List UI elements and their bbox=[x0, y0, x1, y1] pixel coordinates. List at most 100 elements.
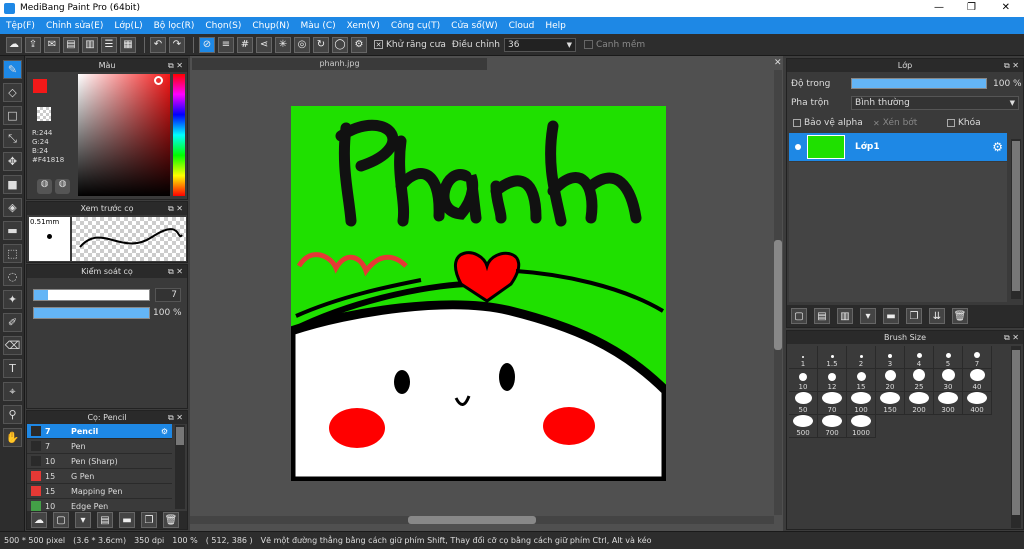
snap-curve-icon[interactable]: ↻ bbox=[313, 36, 329, 53]
lasso-icon[interactable]: ◌ bbox=[3, 267, 22, 286]
close-icon[interactable]: ✕ bbox=[1002, 2, 1010, 13]
document-tab[interactable]: phanh.jpg bbox=[192, 58, 487, 70]
brush-list-item[interactable]: 15 G Pen bbox=[27, 469, 172, 484]
menu-file[interactable]: Tệp(F) bbox=[6, 21, 35, 31]
brush-size-cell[interactable]: 500 bbox=[789, 415, 818, 438]
close-icon[interactable]: ⧉ ✕ bbox=[168, 265, 183, 278]
fill-tool-icon[interactable]: ◈ bbox=[3, 198, 22, 217]
brush-size-cell[interactable]: 30 bbox=[934, 369, 963, 392]
hand-tool-icon[interactable]: ✋ bbox=[3, 428, 22, 447]
transparent-swatch[interactable] bbox=[37, 107, 51, 121]
grid-icon[interactable]: ▦ bbox=[120, 36, 136, 53]
brush-size-cell[interactable]: 2 bbox=[847, 346, 876, 369]
new-layer-icon[interactable]: ▢ bbox=[791, 308, 807, 324]
menu-edit[interactable]: Chỉnh sửa(E) bbox=[46, 21, 103, 31]
share-icon[interactable]: ⇪ bbox=[25, 36, 41, 53]
brush-tool-icon[interactable]: ✎ bbox=[3, 60, 22, 79]
brush-size-cell[interactable]: 1 bbox=[789, 346, 818, 369]
brush-cloud-icon[interactable]: ☁ bbox=[31, 512, 47, 528]
add-layer-menu-icon[interactable]: ▾ bbox=[860, 308, 876, 324]
scroll-thumb[interactable] bbox=[176, 427, 184, 445]
brush-size-cell[interactable]: 200 bbox=[905, 392, 934, 415]
menu-snap[interactable]: Chụp(N) bbox=[252, 21, 289, 31]
brush-list-item[interactable]: 15 Mapping Pen bbox=[27, 484, 172, 499]
artwork[interactable] bbox=[291, 106, 666, 481]
brush-size-cell[interactable]: 70 bbox=[818, 392, 847, 415]
select-pen-icon[interactable]: ✐ bbox=[3, 313, 22, 332]
gear-icon[interactable]: ⚙ bbox=[161, 427, 168, 436]
close-icon[interactable]: ⧉ ✕ bbox=[1004, 331, 1019, 344]
snap-ellipse-icon[interactable]: ◯ bbox=[332, 36, 348, 53]
brush-size-cell[interactable]: 50 bbox=[789, 392, 818, 415]
new-layer3-icon[interactable]: ▥ bbox=[837, 308, 853, 324]
brush-size-cell[interactable]: 10 bbox=[789, 369, 818, 392]
settings-icon[interactable]: ⚙ bbox=[351, 36, 367, 53]
palette-icon[interactable]: ◍ bbox=[37, 179, 52, 194]
select-eraser-icon[interactable]: ⌫ bbox=[3, 336, 22, 355]
clipping[interactable]: ✕ Xén bớt bbox=[873, 118, 917, 128]
undo-icon[interactable]: ↶ bbox=[150, 36, 166, 53]
brush-size-cell[interactable]: 700 bbox=[818, 415, 847, 438]
menu-color[interactable]: Màu (C) bbox=[301, 21, 336, 31]
snap-off-icon[interactable]: ⊘ bbox=[199, 36, 215, 53]
shape-tool-icon[interactable]: ■ bbox=[3, 175, 22, 194]
text-tool-icon[interactable]: T bbox=[3, 359, 22, 378]
brush-size-cell[interactable]: 300 bbox=[934, 392, 963, 415]
delete-icon[interactable]: 🗑 bbox=[163, 512, 179, 528]
operation-tool-icon[interactable]: ⌖ bbox=[3, 382, 22, 401]
eyedropper-icon[interactable]: ⚲ bbox=[3, 405, 22, 424]
add-brush-icon[interactable]: ▾ bbox=[75, 512, 91, 528]
brush-size-cell[interactable]: 20 bbox=[876, 369, 905, 392]
brush-size-cell[interactable]: 4 bbox=[905, 346, 934, 369]
line-tool-icon[interactable]: ⤡ bbox=[3, 129, 22, 148]
primary-color-swatch[interactable] bbox=[33, 79, 47, 93]
layer-scrollbar[interactable] bbox=[1011, 139, 1021, 299]
doc-icon[interactable]: ▤ bbox=[63, 36, 79, 53]
adjust-dropdown[interactable]: 36 ▼ bbox=[503, 37, 576, 52]
brush-size-cell[interactable]: 12 bbox=[818, 369, 847, 392]
hue-slider[interactable] bbox=[173, 74, 185, 196]
snap-perspective-icon[interactable]: ⋖ bbox=[256, 36, 272, 53]
palette2-icon[interactable]: ◍ bbox=[55, 179, 70, 194]
brush-size-cell[interactable]: 5 bbox=[934, 346, 963, 369]
protect-alpha-checkbox[interactable] bbox=[793, 119, 801, 127]
brush-size-cell[interactable]: 40 bbox=[963, 369, 992, 392]
brush-size-cell[interactable]: 100 bbox=[847, 392, 876, 415]
restore-icon[interactable]: ❐ bbox=[967, 2, 976, 13]
copy-icon[interactable]: ❐ bbox=[141, 512, 157, 528]
menu-help[interactable]: Help bbox=[545, 21, 566, 31]
close-doc-icon[interactable]: ✕ bbox=[774, 58, 782, 68]
blend-dropdown[interactable]: Bình thường ▼ bbox=[851, 96, 1019, 110]
brush-list-item[interactable]: 7 Pen bbox=[27, 439, 172, 454]
snap-circle-icon[interactable]: ◎ bbox=[294, 36, 310, 53]
brush-size-cell[interactable]: 25 bbox=[905, 369, 934, 392]
brush-doc-icon[interactable]: ▤ bbox=[97, 512, 113, 528]
brush-size-scroll-thumb[interactable] bbox=[1012, 350, 1020, 515]
visibility-icon[interactable] bbox=[795, 144, 801, 150]
snap-parallel-icon[interactable]: ≡ bbox=[218, 36, 234, 53]
new-brush-icon[interactable]: ▢ bbox=[53, 512, 69, 528]
picker-cursor[interactable] bbox=[154, 76, 163, 85]
menu-cloud[interactable]: Cloud bbox=[509, 21, 535, 31]
select-rect-icon[interactable]: ⬚ bbox=[3, 244, 22, 263]
brush-size-cell[interactable]: 7 bbox=[963, 346, 992, 369]
layer-row[interactable]: Lớp1 ⚙ bbox=[789, 133, 1007, 161]
menu-filter[interactable]: Bộ lọc(R) bbox=[154, 21, 195, 31]
saturation-picker[interactable] bbox=[78, 74, 170, 196]
duplicate-layer-icon[interactable]: ❐ bbox=[906, 308, 922, 324]
menu-select[interactable]: Chọn(S) bbox=[205, 21, 241, 31]
close-icon[interactable]: ⧉ ✕ bbox=[168, 59, 183, 72]
brush-size-cell[interactable]: 400 bbox=[963, 392, 992, 415]
brush-size-cell[interactable]: 1.5 bbox=[818, 346, 847, 369]
brush-list-item[interactable]: 7 Pencil ⚙ bbox=[27, 424, 172, 439]
folder-icon[interactable]: ▬ bbox=[119, 512, 135, 528]
eraser-tool-icon[interactable]: ◇ bbox=[3, 83, 22, 102]
menu-window[interactable]: Cửa sổ(W) bbox=[451, 21, 497, 31]
gradient-tool-icon[interactable]: ▬ bbox=[3, 221, 22, 240]
gear-icon[interactable]: ⚙ bbox=[992, 140, 1003, 154]
minimize-icon[interactable]: — bbox=[934, 2, 944, 13]
dot-tool-icon[interactable]: □ bbox=[3, 106, 22, 125]
cloud-icon[interactable]: ☁ bbox=[6, 36, 22, 53]
lock[interactable]: Khóa bbox=[947, 118, 981, 128]
menu-layer[interactable]: Lớp(L) bbox=[114, 21, 142, 31]
